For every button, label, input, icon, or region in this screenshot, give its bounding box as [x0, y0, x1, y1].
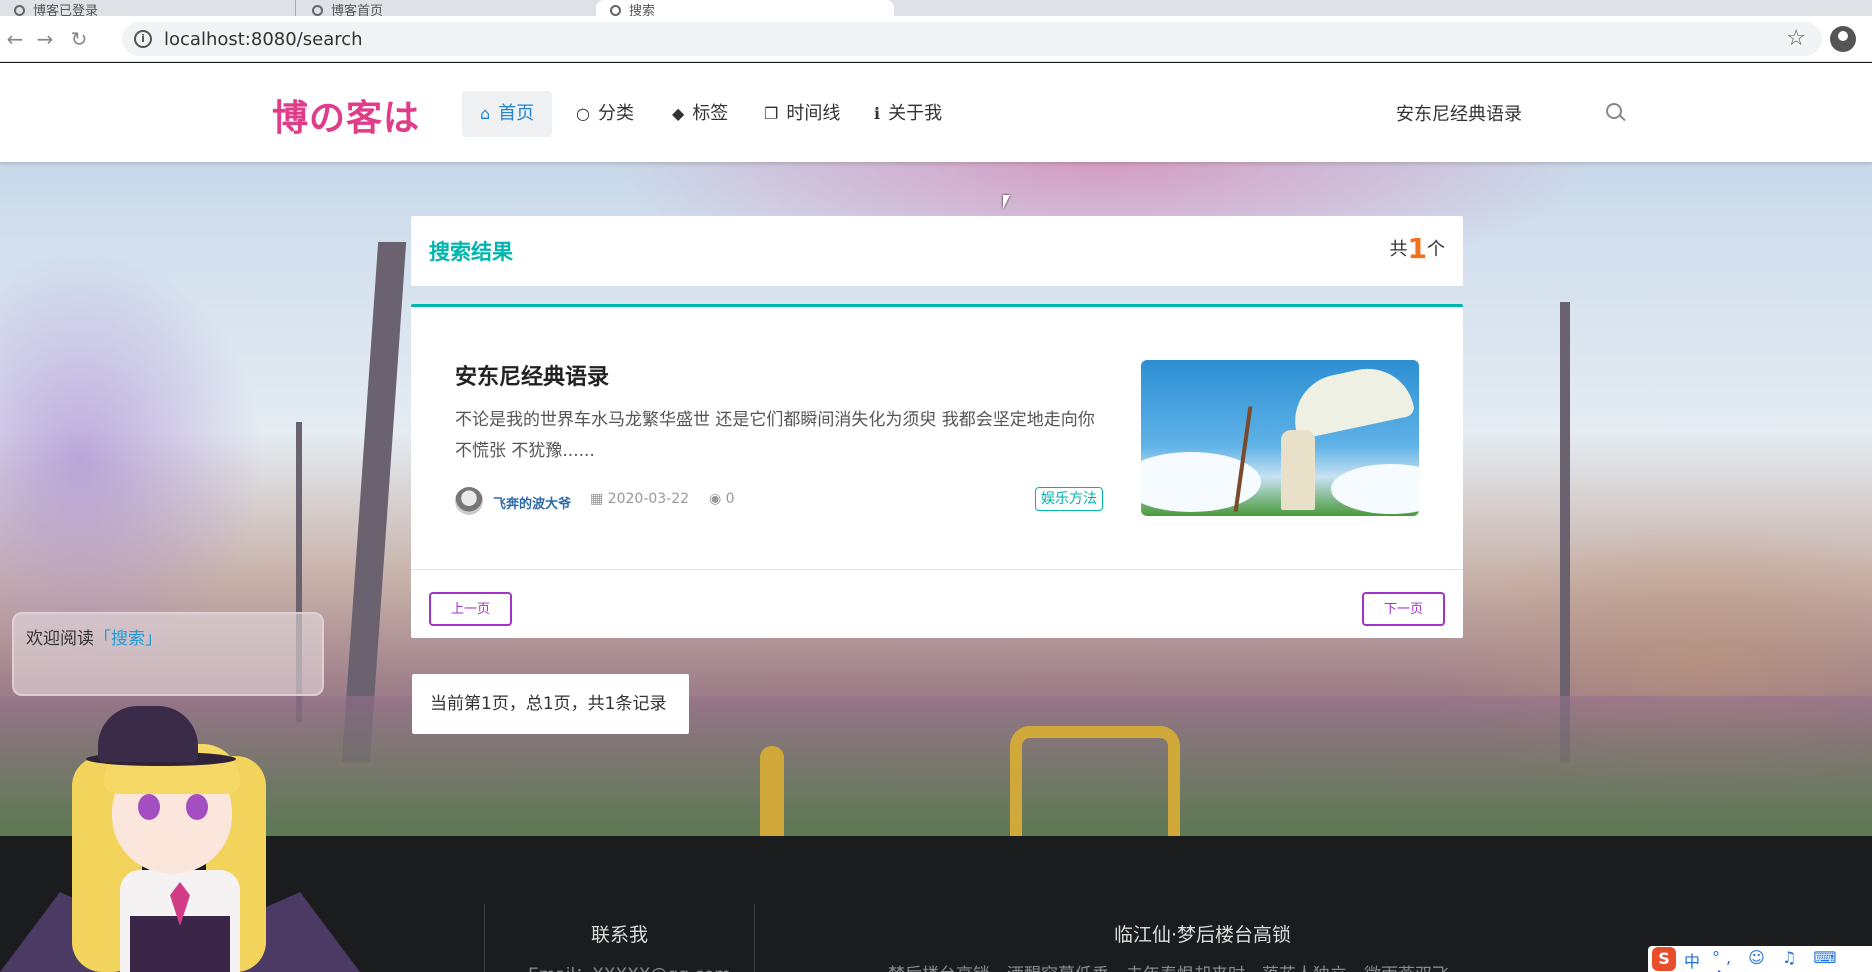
anime-mascot[interactable] [0, 686, 380, 972]
footer-divider [754, 904, 755, 972]
author-link[interactable]: 飞奔的波大爷 [493, 493, 571, 512]
footer-contact-title: 联系我 [591, 924, 649, 946]
menu-item-home[interactable]: ⌂ 首页 [462, 91, 553, 137]
site-header: 博の客は ⌂ 首页 ○ 分类 ◆ 标签 ❐ 时间线 ℹ 关于我 [0, 63, 1872, 162]
footer-contact-email: Email：XXXXX@qq.com [528, 960, 731, 972]
footer-divider [484, 904, 485, 972]
menu-label: 关于我 [888, 103, 943, 124]
tags-icon: ◆ [672, 104, 685, 123]
umbrella-shape [1286, 360, 1416, 440]
search-box [1382, 91, 1630, 135]
date-text: 2020-03-22 [607, 491, 690, 507]
search-icon[interactable] [1606, 103, 1622, 119]
railing [760, 746, 784, 836]
category-tag[interactable]: 娱乐方法 [1035, 487, 1103, 511]
new-tab-button[interactable] [898, 0, 1872, 16]
clone-icon: ❐ [764, 104, 779, 123]
bookmark-star-icon[interactable]: ☆ [1786, 26, 1806, 51]
menu-item-category[interactable]: ○ 分类 [558, 91, 652, 137]
menu-label: 时间线 [786, 103, 841, 124]
post-title[interactable]: 安东尼经典语录 [455, 359, 609, 391]
tab-label: 搜索 [629, 4, 656, 16]
pagination-info: 当前第1页，总1页，共1条记录 [412, 674, 689, 734]
post-excerpt: 不论是我的世界车水马龙繁华盛世 还是它们都瞬间消失化为须臾 我都会坚定地走向你 … [455, 410, 1095, 461]
globe-icon [610, 5, 621, 16]
browser-tab[interactable]: 博客首页 [298, 0, 594, 16]
info-icon: ℹ [874, 104, 881, 123]
mascot-eye [138, 794, 160, 820]
menu-item-tags[interactable]: ◆ 标签 [654, 91, 746, 137]
result-title: 搜索结果 [429, 240, 513, 264]
views-text: 0 [725, 491, 735, 507]
browser-tabstrip: 博客已登录 博客首页 搜索 [0, 0, 1872, 16]
welcome-highlight: 「搜索」 [94, 629, 162, 649]
avatar [455, 487, 483, 515]
post-date: ▦ 2020-03-22 [590, 491, 689, 507]
cloud-shape [1331, 464, 1419, 514]
profile-icon[interactable] [1830, 26, 1856, 52]
ime-language[interactable]: 中 [1684, 948, 1700, 972]
next-page-button[interactable]: 下一页 [1361, 592, 1445, 626]
mascot-hat [98, 706, 198, 762]
mouse-cursor [1003, 195, 1010, 209]
footer-poem-title: 临江仙·梦后楼台高锁 [1114, 924, 1292, 946]
ime-toolbar[interactable]: S 中 °, ☺ ♫ ⌨ ♟ [1648, 946, 1872, 972]
forward-arrow-icon[interactable]: → [32, 26, 58, 52]
sogou-logo-icon[interactable]: S [1652, 947, 1676, 971]
menu-label: 首页 [498, 103, 535, 124]
railing [1010, 726, 1180, 836]
ime-tools[interactable]: °, ☺ ♫ ⌨ ♟ [1712, 948, 1872, 972]
menu-item-about[interactable]: ℹ 关于我 [856, 91, 960, 137]
tab-label: 博客已登录 [33, 4, 99, 16]
count-number: 1 [1407, 232, 1427, 265]
lightbulb-icon: ○ [576, 104, 590, 123]
welcome-tip: 欢迎阅读「搜索」 [12, 612, 324, 696]
site-logo[interactable]: 博の客は [272, 89, 420, 141]
browser-tab[interactable]: 博客已登录 [0, 0, 296, 16]
divider [411, 569, 1463, 570]
street-pole [1560, 302, 1570, 762]
menu-label: 分类 [597, 103, 634, 124]
globe-icon [14, 5, 25, 16]
browser-tab-active[interactable]: 搜索 [596, 0, 894, 16]
menu-item-timeline[interactable]: ❐ 时间线 [746, 91, 858, 137]
tab-label: 博客首页 [331, 4, 384, 16]
mascot-eye [186, 794, 208, 820]
footer-poem-line: 梦后楼台高锁，酒醒帘幕低垂。去年春恨却来时。落花人独立，微雨燕双飞。 [888, 960, 1466, 972]
search-result-header: 搜索结果 共1个 [411, 216, 1463, 286]
count-suffix: 个 [1427, 239, 1445, 260]
url-text[interactable]: localhost:8080/search [164, 29, 363, 50]
eye-icon: ◉ [709, 491, 726, 507]
search-input[interactable] [1382, 91, 1602, 135]
prev-page-button[interactable]: 上一页 [429, 592, 513, 626]
menu-label: 标签 [692, 103, 729, 124]
count-prefix: 共 [1389, 239, 1408, 260]
info-icon[interactable]: i [134, 30, 152, 48]
home-icon: ⌂ [480, 104, 491, 123]
post-views: ◉ 0 [709, 491, 735, 507]
back-arrow-icon[interactable]: ← [2, 26, 28, 52]
browser-toolbar: ← → ↻ i localhost:8080/search ☆ [0, 16, 1872, 62]
figure-shape [1281, 430, 1315, 510]
post-thumbnail[interactable] [1141, 360, 1419, 516]
result-count: 共1个 [1390, 232, 1445, 265]
post-meta: 飞奔的波大爷 ▦ 2020-03-22 ◉ 0 娱乐方法 [455, 487, 1105, 517]
welcome-text: 欢迎阅读 [26, 629, 94, 649]
calendar-icon: ▦ [590, 491, 608, 507]
building-silhouette [341, 242, 407, 762]
address-bar[interactable]: i localhost:8080/search ☆ [122, 22, 1822, 56]
search-result-card: 安东尼经典语录 不论是我的世界车水马龙繁华盛世 还是它们都瞬间消失化为须臾 我都… [411, 304, 1463, 638]
globe-icon [312, 5, 323, 16]
reload-icon[interactable]: ↻ [66, 26, 92, 52]
